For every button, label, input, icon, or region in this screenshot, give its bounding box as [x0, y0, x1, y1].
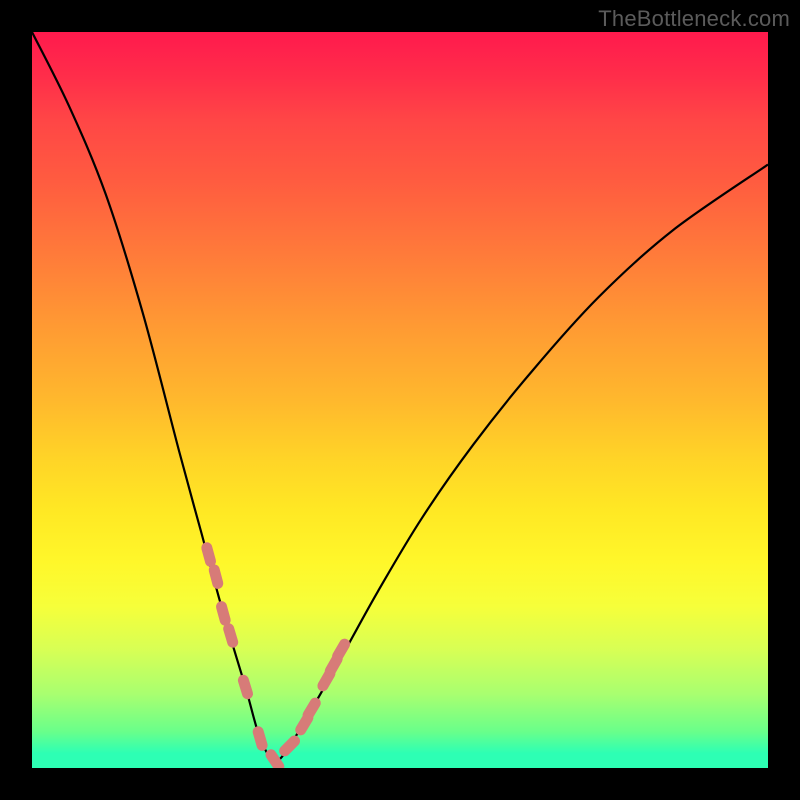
- marker-segment: [338, 644, 345, 656]
- curve-line: [32, 32, 768, 761]
- marker-segment: [222, 607, 226, 621]
- marker-segment: [229, 629, 233, 642]
- marker-segment: [207, 548, 211, 562]
- marker-segment: [285, 741, 295, 751]
- plot-area: [32, 32, 768, 768]
- chart-svg: [32, 32, 768, 768]
- bottleneck-curve: [32, 32, 768, 761]
- marker-segment: [308, 703, 315, 715]
- marker-segment: [214, 570, 218, 584]
- watermark-text: TheBottleneck.com: [598, 6, 790, 32]
- marker-segment: [243, 680, 247, 693]
- highlight-markers: [207, 548, 345, 767]
- marker-segment: [271, 755, 279, 767]
- marker-segment: [258, 732, 262, 746]
- chart-frame: TheBottleneck.com: [0, 0, 800, 800]
